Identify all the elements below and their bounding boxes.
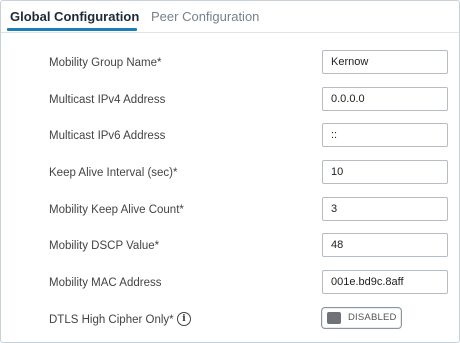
dtls-high-cipher-label: DTLS High Cipher Only* bbox=[49, 314, 174, 326]
toggle-knob bbox=[327, 312, 341, 324]
configuration-panel: Global Configuration Peer Configuration … bbox=[0, 0, 460, 343]
multicast-ipv6-input[interactable] bbox=[322, 123, 448, 147]
tab-peer-configuration[interactable]: Peer Configuration bbox=[151, 9, 259, 25]
mobility-dscp-label: Mobility DSCP Value* bbox=[49, 240, 160, 252]
dtls-high-cipher-toggle[interactable]: DISABLED bbox=[321, 307, 402, 329]
mobility-dscp-input[interactable] bbox=[322, 233, 448, 257]
toggle-state-label: DISABLED bbox=[348, 312, 397, 323]
keep-alive-count-input[interactable] bbox=[322, 197, 448, 221]
mobility-group-name-input[interactable] bbox=[322, 50, 448, 74]
mobility-mac-label: Mobility MAC Address bbox=[49, 277, 162, 289]
active-tab-indicator bbox=[7, 28, 137, 31]
keep-alive-interval-input[interactable] bbox=[322, 160, 448, 184]
keep-alive-count-label: Mobility Keep Alive Count* bbox=[49, 204, 184, 216]
multicast-ipv4-label: Multicast IPv4 Address bbox=[49, 94, 166, 106]
tab-bar: Global Configuration Peer Configuration bbox=[1, 1, 459, 33]
mobility-group-name-label: Mobility Group Name* bbox=[49, 57, 162, 69]
tab-global-configuration[interactable]: Global Configuration bbox=[10, 9, 139, 25]
multicast-ipv4-input[interactable] bbox=[322, 87, 448, 111]
mobility-mac-input[interactable] bbox=[322, 270, 448, 294]
info-icon[interactable]: i bbox=[177, 312, 191, 326]
multicast-ipv6-label: Multicast IPv6 Address bbox=[49, 130, 166, 142]
keep-alive-interval-label: Keep Alive Interval (sec)* bbox=[49, 167, 178, 179]
